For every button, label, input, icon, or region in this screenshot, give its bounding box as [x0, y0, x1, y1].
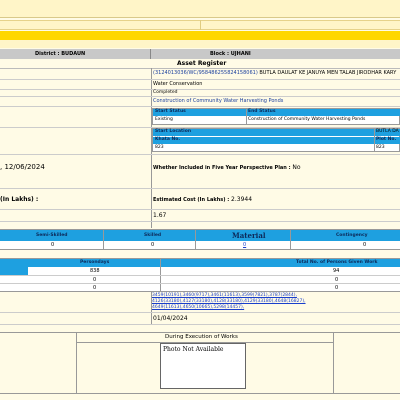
persondays-row-1: 838: [90, 268, 100, 274]
work-category: Water Conservation: [153, 81, 203, 87]
cost-header-material: Material: [232, 231, 266, 240]
district-block-header: District : BUDAUN Block : UJHANI: [0, 49, 400, 59]
photo-divider-right: [333, 333, 334, 393]
cost-table: Semi-Skilled Skilled Material Contingenc…: [0, 229, 400, 250]
location-divider: [374, 129, 375, 152]
row-line: [0, 188, 400, 189]
row-line: [0, 106, 400, 107]
start-status-value: Existing: [155, 117, 173, 122]
khata-label: Khata No.: [155, 137, 181, 142]
cost-divider-1: [103, 230, 104, 250]
persons-row-3: 0: [335, 285, 339, 291]
row-line: [0, 209, 400, 210]
status-table-divider: [246, 109, 247, 125]
persondays-table: Persondays Total No. of Persons Given Wo…: [0, 258, 400, 292]
persons-given-work-header: Total No. of Persons Given Work: [296, 260, 378, 265]
persons-row-1: 94: [333, 268, 340, 274]
end-status-header: End Status: [248, 109, 276, 114]
persondays-left-blue: [0, 259, 28, 276]
cost-header-contingency: Contingency: [336, 233, 368, 238]
plot-value: 823: [376, 145, 385, 150]
end-status-value: Construction of Community Water Harvesti…: [248, 117, 366, 122]
work-title: Construction of Community Water Harvesti…: [153, 98, 284, 104]
yellow-banner: [0, 31, 400, 40]
row-line: [0, 154, 400, 155]
estimated-cost-label: Estimated Cost (In Lakhs) :: [153, 197, 230, 203]
row-line: [0, 89, 400, 90]
photo-not-available: Photo Not Available: [163, 346, 224, 353]
cost-value-semi-skilled: 0: [51, 242, 55, 248]
status-table-header: [153, 109, 400, 116]
top-bar: [0, 0, 400, 18]
date-text: , 12/06/2024: [0, 163, 45, 171]
left-value: 1.67: [153, 212, 167, 219]
photo-box: Photo Not Available: [160, 343, 246, 389]
cost-value-material-link[interactable]: 0: [243, 242, 246, 248]
muster-links-line-3[interactable]: 4649(11613),4650(10665),5298(14457),: [152, 305, 306, 311]
location-table: Start Location BUTLA DA Khata No. Plot N…: [152, 128, 400, 152]
start-status-header: Start Status: [155, 109, 186, 114]
start-date-value: 01/04/2024: [153, 315, 188, 322]
block-label: Block : UJHANI: [210, 51, 251, 57]
five-year-label: Whether Included in Five Year Perspectiv…: [153, 165, 291, 171]
row-line: [0, 96, 400, 97]
start-location-label: Start Location: [155, 129, 192, 134]
cost-divider-3: [290, 230, 291, 250]
row-line: [0, 68, 400, 69]
khata-value: 823: [155, 145, 164, 150]
status-table: Start Status End Status Existing Constru…: [152, 108, 400, 125]
cost-header-semi-skilled: Semi-Skilled: [36, 233, 68, 238]
cost-divider-2: [195, 230, 196, 250]
persondays-header: Persondays: [80, 260, 110, 265]
row-line: [0, 79, 400, 80]
muster-links[interactable]: 3459(10191),3460(9717),3461(11613),3599(…: [152, 293, 306, 311]
location-right-label: BUTLA DA: [376, 129, 399, 134]
row-line: [0, 312, 400, 313]
photo-section: During Execution of Works Photo Not Avai…: [0, 332, 400, 394]
header-divider: [150, 49, 151, 59]
cost-value-skilled: 0: [151, 242, 155, 248]
work-status: Completed: [153, 90, 178, 95]
top-strip-divider: [200, 20, 201, 30]
work-code-line: (3124013036/WC/958486255824158061) BUTLA…: [153, 70, 396, 76]
left-label-cost: (In Lakhs) :: [0, 196, 39, 203]
work-code: (3124013036/WC/958486255824158061): [153, 70, 258, 76]
row-line: [0, 221, 400, 222]
five-year-row: Whether Included in Five Year Perspectiv…: [153, 164, 301, 171]
work-name: BUTLA DAULAT KE JANUYA MEN TALAB JIRODHA…: [259, 70, 397, 76]
during-execution-label: During Execution of Works: [165, 334, 238, 340]
persondays-row-line: [0, 283, 400, 284]
cost-value-contingency: 0: [363, 242, 367, 248]
five-year-value: No: [292, 164, 301, 171]
plot-label: Plot No.: [376, 137, 397, 142]
asset-register-title: Asset Register: [177, 60, 227, 67]
estimated-cost-row: Estimated Cost (In Lakhs) : 2.3944: [153, 196, 252, 203]
row-line: [0, 324, 400, 325]
persondays-row-3: 0: [93, 285, 97, 291]
khata-header-row: [153, 137, 400, 144]
district-label: District : BUDAUN: [35, 51, 86, 57]
muster-divider: [151, 292, 152, 324]
banner-gap: [0, 40, 400, 48]
estimated-cost-value: 2.3944: [231, 196, 253, 203]
cost-header-skilled: Skilled: [144, 233, 162, 238]
persondays-row-line: [0, 275, 400, 276]
